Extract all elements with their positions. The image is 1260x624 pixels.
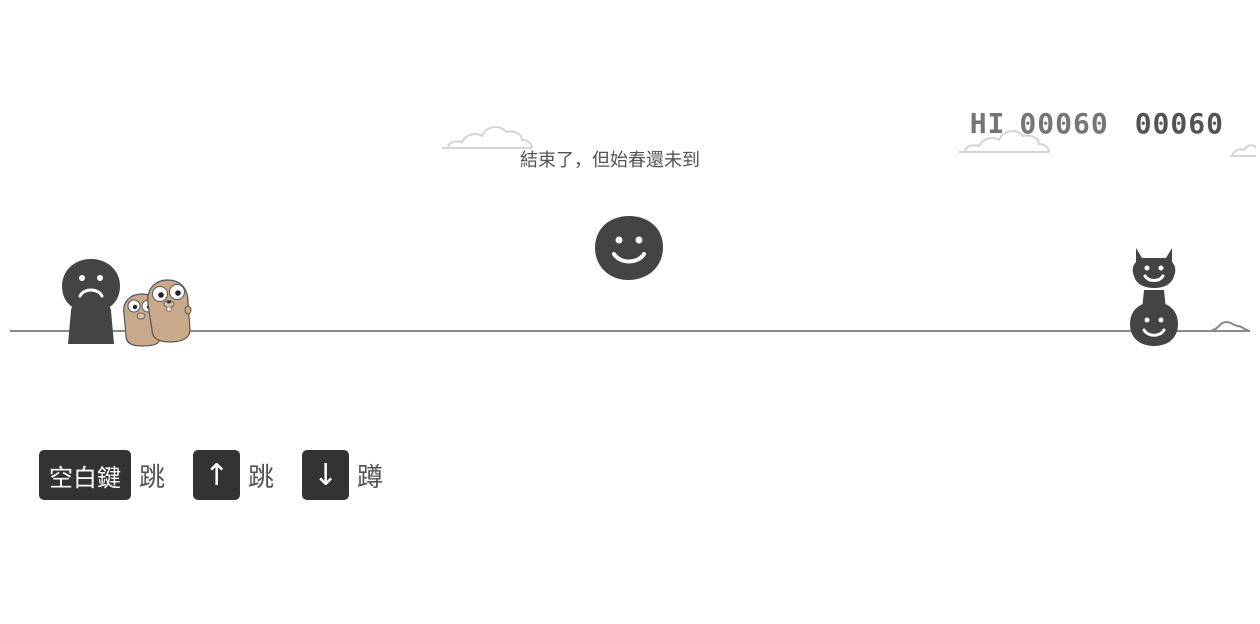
player-sad-character-icon xyxy=(62,259,120,344)
controls-legend: 空白鍵 跳 ↑ 跳 ↓ 蹲 xyxy=(39,450,411,500)
game-stage[interactable]: HI 00060 00060 結束了，但始春還未到 空白鍵 跳 ↑ 跳 ↓ 蹲 xyxy=(0,0,1260,624)
space-key[interactable]: 空白鍵 xyxy=(39,450,131,500)
smiley-enemy-icon xyxy=(595,216,663,280)
space-key-action: 跳 xyxy=(139,462,166,493)
down-arrow-key[interactable]: ↓ xyxy=(302,450,350,500)
current-score: 00060 xyxy=(1134,107,1224,140)
control-space: 空白鍵 跳 xyxy=(39,450,165,500)
down-key-action: 蹲 xyxy=(357,462,384,493)
control-up: ↑ 跳 xyxy=(193,450,274,500)
score-display: HI 00060 00060 xyxy=(898,74,1224,173)
ground-line xyxy=(10,330,1250,332)
cloud-icon xyxy=(959,130,1050,153)
gopher-mascot-icon xyxy=(123,279,192,347)
up-key-action: 跳 xyxy=(248,462,275,493)
control-down: ↓ 蹲 xyxy=(302,450,383,500)
game-over-message: 結束了，但始春還未到 xyxy=(520,150,700,171)
up-arrow-key[interactable]: ↑ xyxy=(193,450,241,500)
cloud-icon xyxy=(1230,144,1256,157)
ground-bump xyxy=(1212,320,1248,331)
devil-smiley-obstacle-icon xyxy=(1130,248,1178,346)
